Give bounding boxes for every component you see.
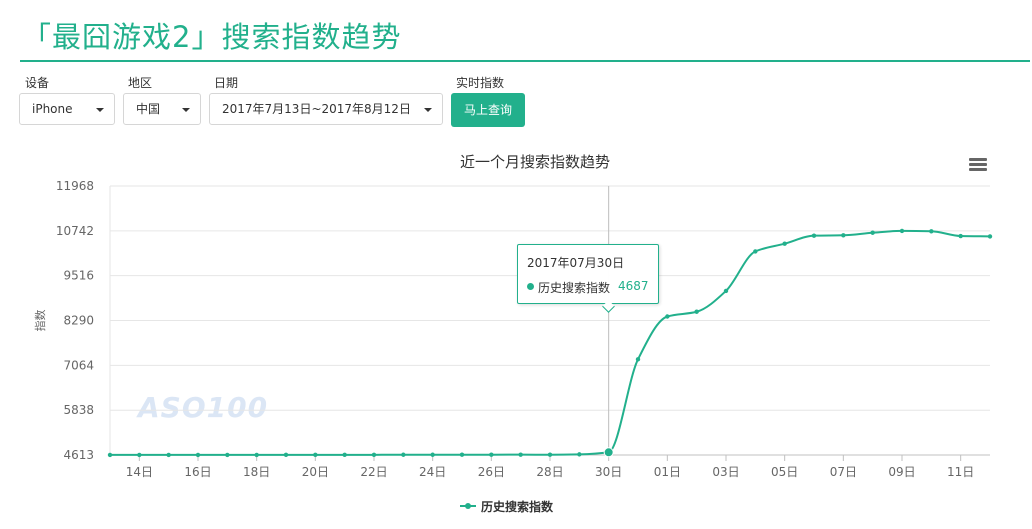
x-tick-label: 11日 [947, 465, 974, 479]
x-tick-label: 26日 [478, 465, 505, 479]
y-tick-label: 9516 [63, 269, 94, 283]
x-tick-label: 07日 [830, 465, 857, 479]
x-tick-label: 01日 [654, 465, 681, 479]
y-tick-label: 11968 [56, 179, 94, 193]
data-point[interactable] [694, 309, 699, 314]
data-point[interactable] [603, 447, 614, 458]
data-point[interactable] [459, 452, 465, 457]
data-point[interactable] [577, 452, 582, 457]
data-point[interactable] [225, 452, 230, 458]
data-point[interactable] [430, 452, 435, 457]
data-point[interactable] [870, 230, 875, 235]
y-tick-label: 5838 [63, 403, 94, 417]
tooltip: 2017年07月30日 历史搜索指数 4687 [517, 244, 659, 313]
data-point[interactable] [929, 229, 934, 234]
line-chart: 11968 10742 9516 8290 7064 5838 4613 14日 16日 18日 2… [33, 179, 993, 479]
data-point[interactable] [195, 452, 201, 458]
x-tick-label: 14日 [126, 465, 153, 479]
data-point[interactable] [723, 288, 729, 294]
tooltip-series-name: 历史搜索指数 [538, 281, 611, 295]
x-tick-label: 03日 [712, 465, 739, 479]
data-point[interactable] [313, 452, 318, 458]
x-tick-label: 09日 [888, 465, 915, 479]
data-point[interactable] [782, 241, 787, 246]
legend-label: 历史搜索指数 [481, 500, 554, 514]
y-axis-title: 指数 [33, 310, 47, 332]
x-tick-label: 22日 [360, 465, 387, 479]
data-point[interactable] [635, 357, 641, 362]
x-tick-label: 20日 [302, 465, 329, 479]
y-tick-label: 8290 [63, 314, 94, 328]
legend-dot-marker [465, 503, 471, 509]
data-point[interactable] [899, 228, 905, 234]
data-point[interactable] [518, 452, 523, 457]
y-tick-label: 7064 [63, 358, 94, 372]
data-point[interactable] [665, 314, 670, 319]
data-point[interactable] [958, 233, 963, 239]
x-tick-label: 28日 [536, 465, 563, 479]
y-tick-label: 4613 [63, 448, 94, 462]
data-point[interactable] [841, 233, 846, 238]
tooltip-value: 4687 [618, 279, 649, 293]
data-point[interactable] [283, 452, 289, 458]
data-point[interactable] [811, 233, 817, 238]
x-tick-label: 18日 [243, 465, 270, 479]
data-point[interactable] [342, 452, 347, 458]
data-point[interactable] [254, 452, 259, 458]
data-point[interactable] [371, 452, 377, 458]
data-point[interactable] [137, 452, 142, 458]
data-point[interactable] [401, 452, 406, 457]
tooltip-date: 2017年07月30日 [527, 256, 625, 270]
data-point[interactable] [166, 452, 171, 458]
data-point[interactable] [107, 452, 113, 458]
x-tick-label: 05日 [771, 465, 798, 479]
data-point[interactable] [987, 234, 993, 239]
x-tick-label: 16日 [184, 465, 211, 479]
tooltip-series-dot [527, 283, 534, 290]
data-point[interactable] [753, 249, 758, 254]
x-tick-label: 24日 [419, 465, 446, 479]
x-tick-label: 30日 [595, 465, 622, 479]
data-point[interactable] [547, 452, 553, 457]
data-point[interactable] [489, 452, 494, 457]
y-tick-label: 10742 [56, 224, 94, 238]
